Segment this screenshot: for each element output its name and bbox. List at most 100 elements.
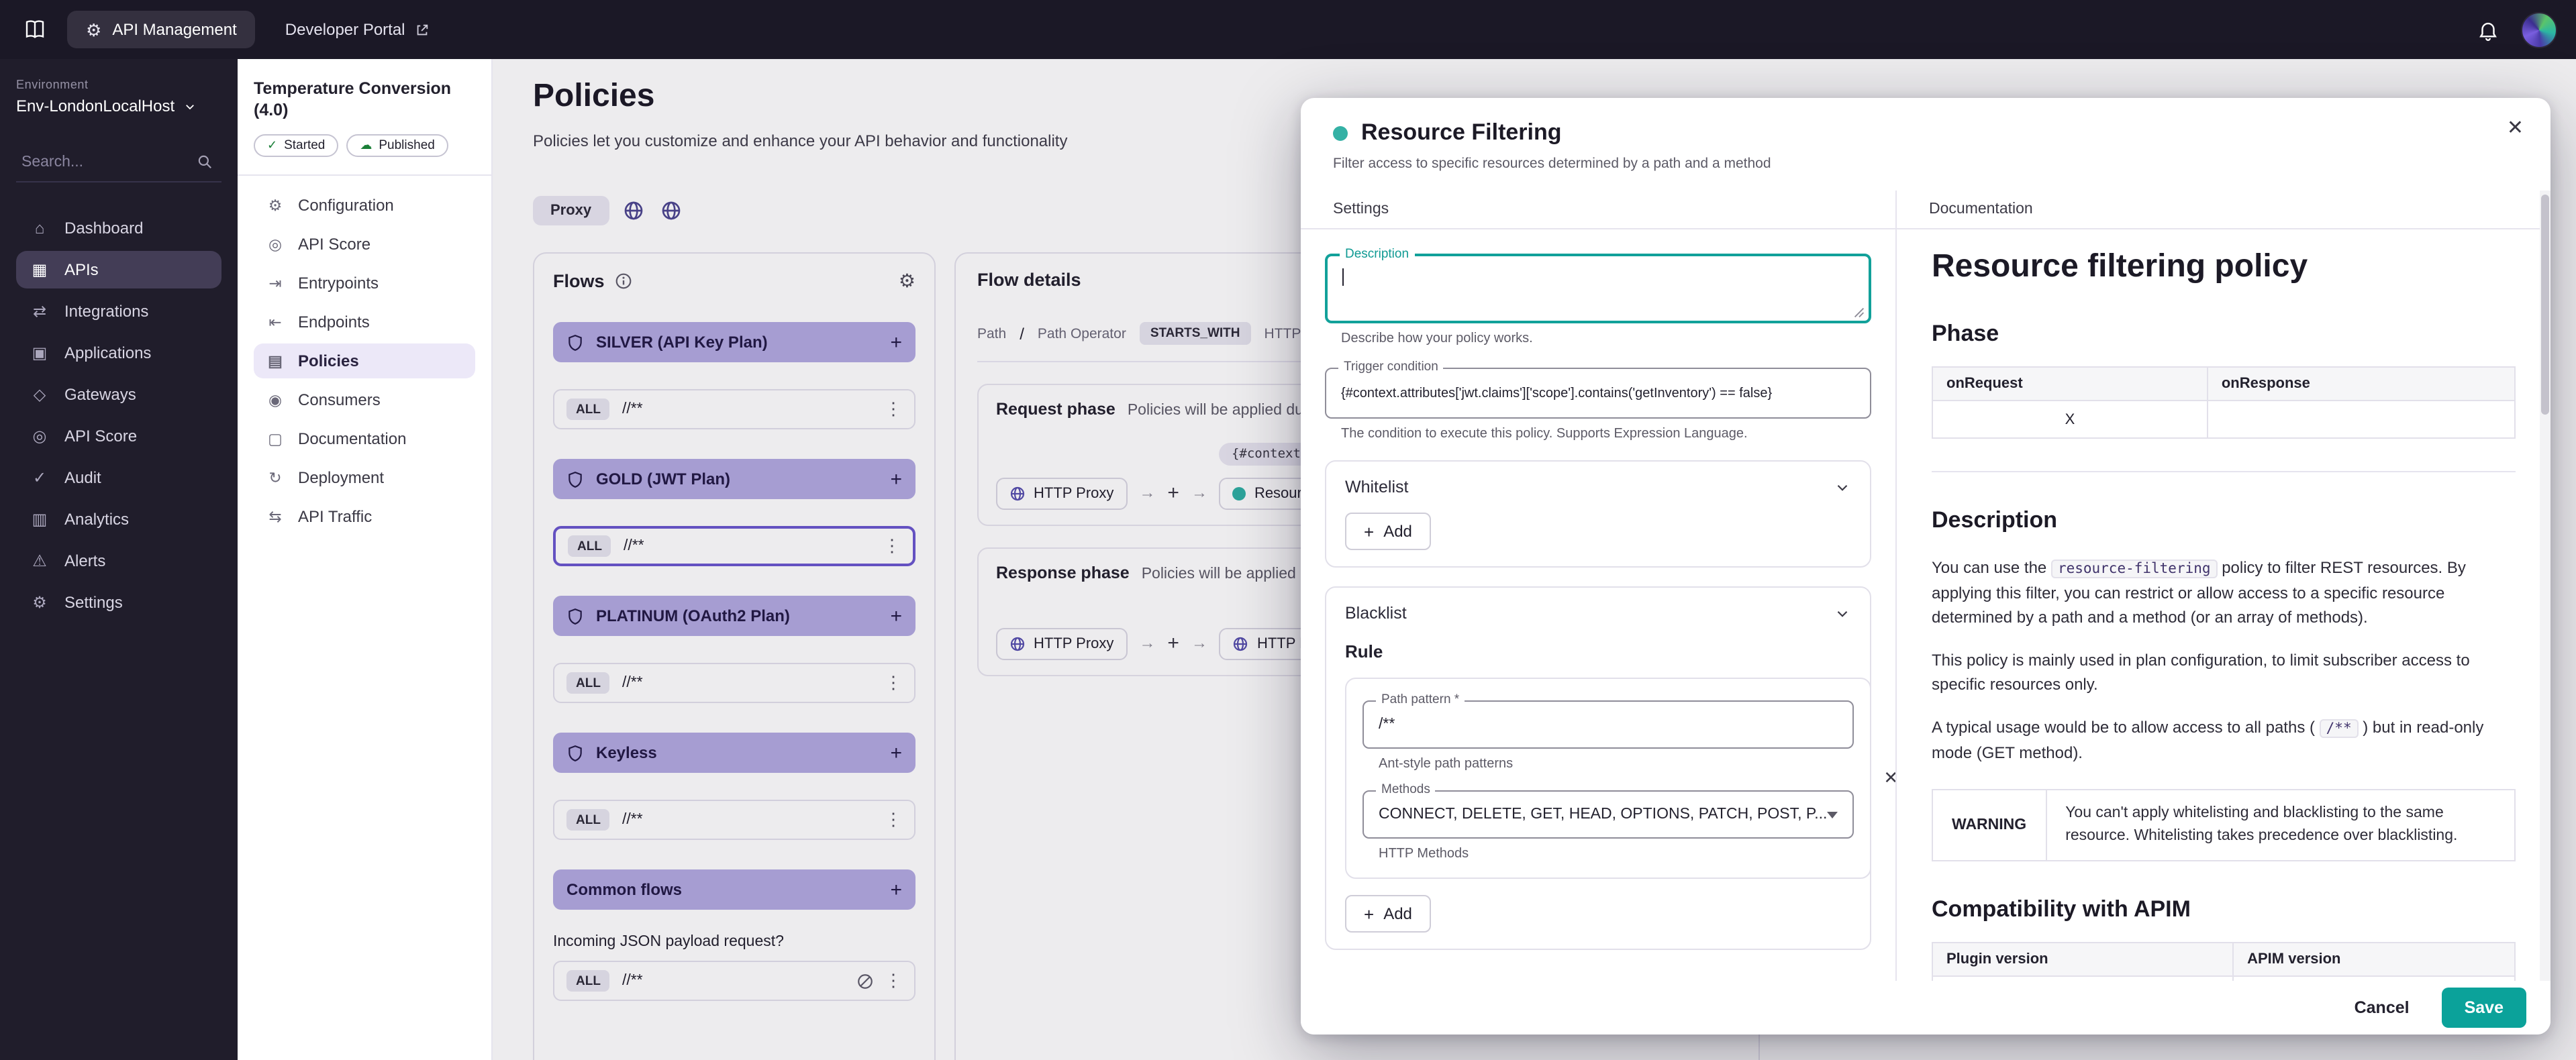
api-menu-label: Deployment [298, 468, 384, 486]
api-sidebar: Temperature Conversion (4.0) ✓Started ☁P… [238, 59, 493, 1060]
warning-box: WARNING You can't apply whitelisting and… [1932, 788, 2516, 861]
warning-text: You can't apply whitelisting and blackli… [2045, 790, 2514, 860]
environment-sidebar: Environment Env-LondonLocalHost ⌂Dashboa… [0, 59, 238, 1060]
methods-hint: HTTP Methods [1379, 847, 1854, 861]
sidebar-item-audit[interactable]: ✓Audit [16, 459, 221, 496]
compatibility-heading: Compatibility with APIM [1932, 896, 2516, 923]
api-menu-policies[interactable]: ▤Policies [254, 343, 475, 378]
blacklist-header[interactable]: Blacklist [1345, 604, 1851, 623]
sidebar-item-applications[interactable]: ▣Applications [16, 334, 221, 372]
gateways-icon: ◇ [30, 385, 50, 404]
api-menu-deployment[interactable]: ↻ Deployment [254, 460, 475, 494]
api-menu-entrypoints[interactable]: ⇥Entrypoints [254, 265, 475, 300]
resize-handle-icon[interactable] [1854, 307, 1865, 318]
cancel-button[interactable]: Cancel [2338, 989, 2426, 1026]
sidebar-item-settings[interactable]: ⚙Settings [16, 584, 221, 621]
settings-icon: ⚙ [30, 593, 50, 612]
apis-icon: ▦ [30, 260, 50, 279]
entrypoints-icon: ⇥ [266, 273, 285, 292]
description-field[interactable]: Description [1325, 254, 1871, 323]
sidebar-item-integrations[interactable]: ⇄Integrations [16, 293, 221, 330]
doc-paragraph: A typical usage would be to allow access… [1932, 715, 2516, 765]
dropdown-caret-icon [1827, 811, 1838, 818]
search-input[interactable] [21, 154, 183, 170]
remove-rule-icon[interactable]: ✕ [1883, 767, 1895, 789]
close-icon[interactable]: ✕ [2507, 118, 2524, 138]
phase-heading: Phase [1932, 321, 2516, 348]
sidebar-item-alerts[interactable]: ⚠Alerts [16, 542, 221, 580]
configuration-icon: ⚙ [266, 195, 285, 214]
rule-row: Path pattern * /** Ant-style path patter… [1345, 678, 1851, 879]
phase-cell-onrequest: X [1932, 401, 2208, 438]
cloud-icon: ☁ [360, 139, 372, 151]
trigger-condition-field[interactable]: Trigger condition {#context.attributes['… [1325, 368, 1871, 419]
documentation-icon: ▢ [266, 429, 285, 447]
sidebar-item-gateways[interactable]: ◇Gateways [16, 376, 221, 413]
description-heading: Description [1932, 507, 2516, 534]
developer-portal-link[interactable]: Developer Portal [272, 11, 443, 48]
warning-label: WARNING [1933, 790, 2045, 860]
api-menu-endpoints[interactable]: ⇤Endpoints [254, 304, 475, 339]
compat-col-plugin: Plugin version [1932, 943, 2233, 976]
api-menu-api-traffic[interactable]: ⇆API Traffic [254, 498, 475, 533]
phase-table: onRequest onResponse X [1932, 366, 2516, 439]
whitelist-title: Whitelist [1345, 478, 1408, 496]
path-pattern-label: Path pattern * [1376, 692, 1465, 707]
sidebar-item-label: APIs [64, 260, 99, 279]
inline-code: resource-filtering [2051, 560, 2218, 578]
badge-label: Started [284, 138, 325, 152]
inline-code: /** [2320, 719, 2359, 738]
documentation-content: Resource filtering policy Phase onReques… [1897, 229, 2550, 981]
sidebar-item-apis[interactable]: ▦ APIs [16, 251, 221, 288]
whitelist-add-button[interactable]: + Add [1345, 513, 1431, 550]
doc-text: A typical usage would be to allow access… [1932, 718, 2320, 737]
doc-text: You can use the [1932, 558, 2051, 577]
doc-paragraph: You can use the resource-filtering polic… [1932, 555, 2516, 629]
sidebar-item-analytics[interactable]: ▥Analytics [16, 500, 221, 538]
blacklist-add-button[interactable]: + Add [1345, 895, 1431, 933]
logo-icon[interactable] [19, 13, 51, 46]
check-circle-icon: ✓ [267, 139, 277, 151]
environment-selector[interactable]: Env-LondonLocalHost [16, 97, 221, 115]
whitelist-section: Whitelist + Add [1325, 460, 1871, 568]
whitelist-header[interactable]: Whitelist [1345, 478, 1851, 496]
path-pattern-value: /** [1379, 717, 1395, 733]
resource-filtering-dialog: Resource Filtering ✕ Filter access to sp… [1301, 98, 2550, 1035]
env-menu: ⌂Dashboard ▦ APIs ⇄Integrations ▣Applicat… [16, 209, 221, 621]
app-root: ⚙ API Management Developer Portal Enviro… [0, 0, 2576, 1060]
path-pattern-hint: Ant-style path patterns [1379, 757, 1854, 772]
tab-settings[interactable]: Settings [1301, 191, 1895, 229]
scrollbar-thumb[interactable] [2541, 195, 2549, 415]
api-menu-documentation[interactable]: ▢Documentation [254, 421, 475, 456]
doc-title: Resource filtering policy [1932, 248, 2516, 286]
path-pattern-field[interactable]: Path pattern * /** [1363, 700, 1854, 749]
topbar: ⚙ API Management Developer Portal [0, 0, 2576, 59]
notifications-bell-icon[interactable] [2477, 18, 2499, 41]
settings-column: Settings Description Describe how your p… [1301, 191, 1897, 981]
api-menu-configuration[interactable]: ⚙Configuration [254, 187, 475, 222]
sidebar-search[interactable] [16, 145, 221, 182]
api-menu-api-score[interactable]: ◎API Score [254, 226, 475, 261]
api-management-button[interactable]: ⚙ API Management [67, 11, 256, 48]
chevron-down-icon[interactable] [1834, 604, 1851, 622]
dialog-body: Settings Description Describe how your p… [1301, 191, 2550, 981]
compat-col-apim: APIM version [2233, 943, 2515, 976]
save-button[interactable]: Save [2442, 988, 2526, 1028]
sidebar-item-label: Applications [64, 343, 151, 362]
dialog-scrollbar[interactable] [2540, 191, 2550, 981]
api-menu-label: Endpoints [298, 312, 370, 331]
api-menu-consumers[interactable]: ◉Consumers [254, 382, 475, 417]
sidebar-item-label: Integrations [64, 302, 148, 321]
description-label: Description [1340, 247, 1414, 262]
sidebar-item-api-score[interactable]: ◎API Score [16, 417, 221, 455]
methods-label: Methods [1376, 782, 1436, 797]
tab-documentation[interactable]: Documentation [1897, 191, 2550, 229]
sidebar-item-dashboard[interactable]: ⌂Dashboard [16, 209, 221, 247]
analytics-icon: ▥ [30, 510, 50, 529]
methods-select[interactable]: Methods CONNECT, DELETE, GET, HEAD, OPTI… [1363, 790, 1854, 839]
avatar[interactable] [2521, 11, 2557, 48]
apim-gear-icon: ⚙ [86, 21, 101, 38]
sidebar-item-label: Dashboard [64, 219, 143, 237]
deployment-icon: ↻ [266, 468, 285, 486]
chevron-down-icon[interactable] [1834, 478, 1851, 496]
